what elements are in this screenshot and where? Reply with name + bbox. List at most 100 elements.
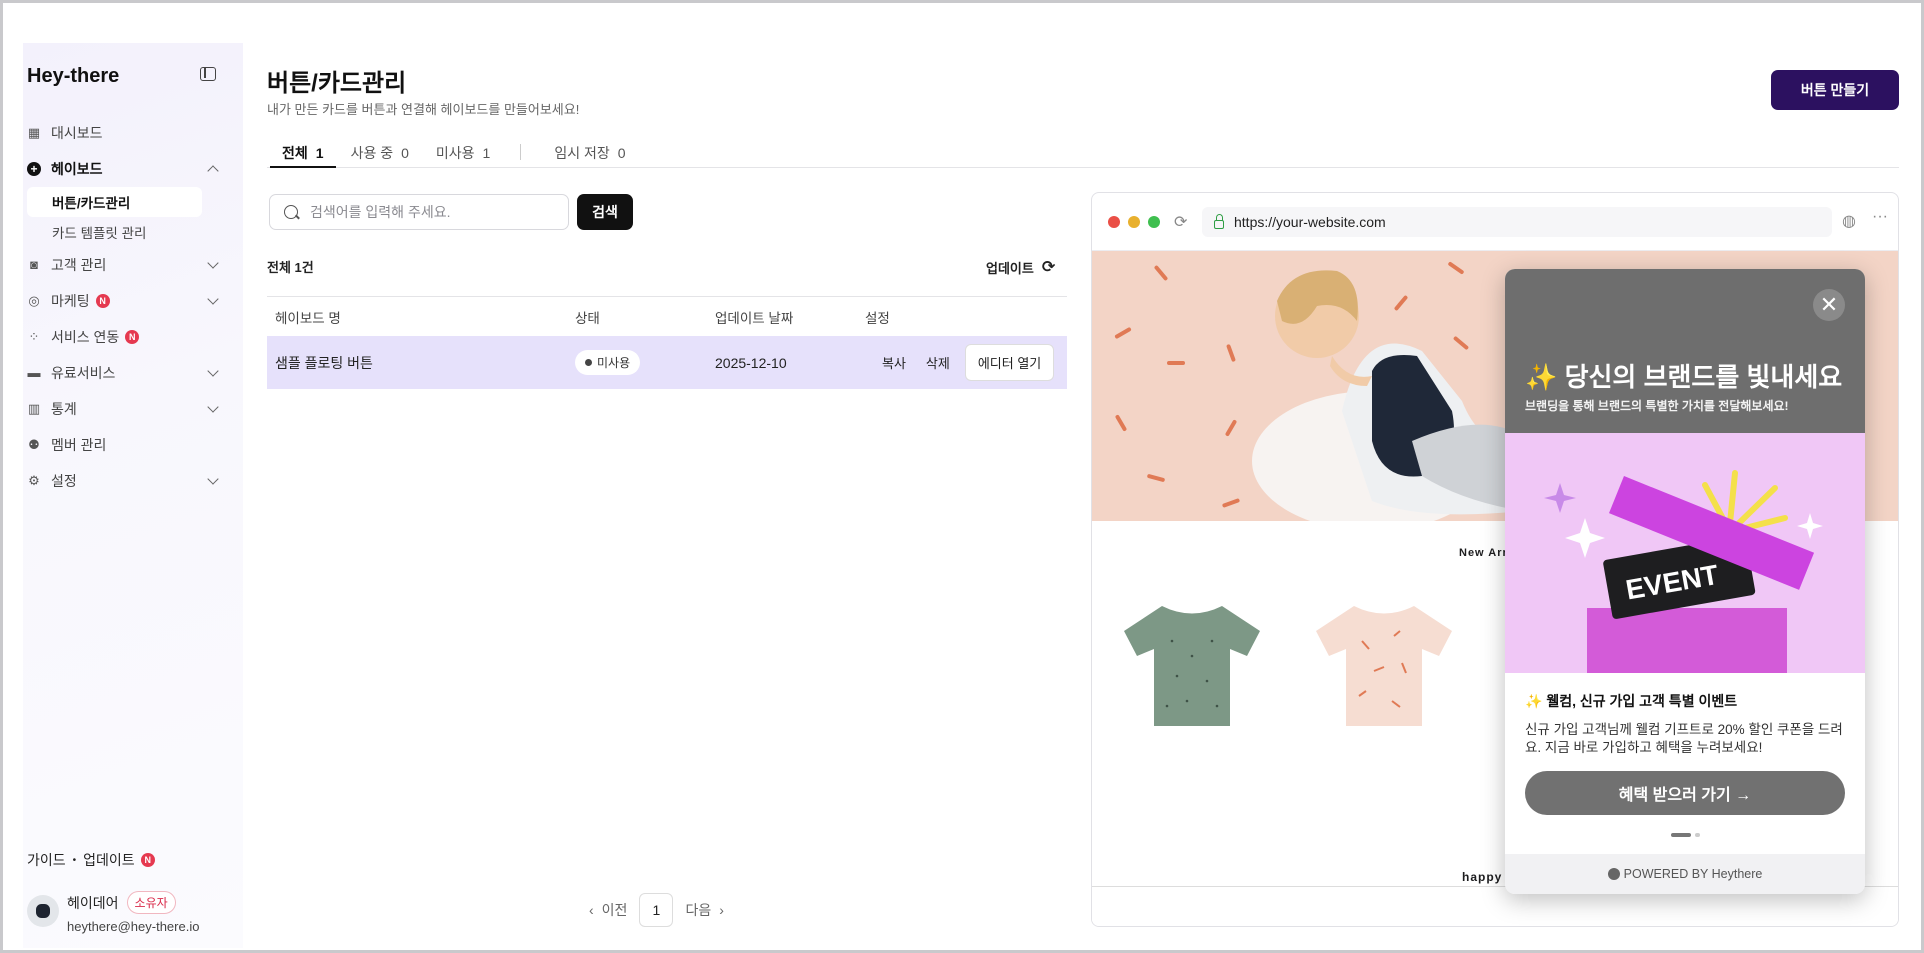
page-number[interactable]: 1	[639, 893, 674, 927]
search-input[interactable]: 검색어를 입력해 주세요.	[310, 202, 450, 222]
status-text: 미사용	[597, 356, 631, 370]
sidebar-subitem-card-template[interactable]: 카드 템플릿 관리	[27, 217, 227, 247]
delete-button[interactable]: 삭제	[921, 353, 965, 372]
next-button[interactable]: 다음	[685, 900, 711, 920]
sidebar-nav: ▦ 대시보드 + 헤이보드 버튼/카드관리 카드 템플릿 관리 ◙ 고객 관리 …	[27, 115, 227, 499]
update-link[interactable]: 업데이트	[83, 850, 135, 870]
confetti-shape	[1114, 326, 1132, 340]
members-icon: ⚉	[28, 437, 40, 452]
tab-drafts[interactable]: 임시 저장 0	[539, 137, 637, 167]
chevron-down-icon	[207, 401, 219, 413]
more-icon[interactable]: ···	[1872, 208, 1888, 226]
sidebar-item-label: 통계	[51, 401, 77, 417]
chevron-down-icon	[207, 365, 219, 377]
tab-count: 0	[617, 145, 626, 161]
plus-circle-icon: +	[27, 162, 41, 176]
minimize-dot-icon	[1128, 215, 1140, 228]
address-bar[interactable]: https://your-website.com	[1202, 207, 1832, 237]
indicator-active	[1670, 833, 1691, 838]
card-icon: ▬	[27, 365, 41, 380]
avatar	[27, 895, 59, 927]
sidebar-item-label: 고객 관리	[51, 257, 107, 273]
search-box[interactable]: 검색어를 입력해 주세요.	[269, 194, 569, 230]
carousel-indicator[interactable]	[1525, 833, 1845, 838]
globe-icon[interactable]: ◍	[1842, 211, 1856, 231]
chevron-up-icon	[207, 165, 219, 177]
pagination: ‹ 이전 1 다음 ›	[589, 893, 724, 927]
tab-count: 1	[482, 145, 491, 161]
confetti-shape	[1114, 414, 1128, 432]
close-icon[interactable]: ✕	[1813, 289, 1845, 321]
new-badge: N	[125, 330, 140, 344]
tab-divider	[520, 144, 522, 160]
sidebar-item-stats[interactable]: ▥ 통계	[27, 391, 227, 427]
tab-label: 사용 중	[350, 145, 394, 161]
close-dot-icon	[1108, 215, 1120, 228]
open-editor-button[interactable]: 에디터 열기	[964, 344, 1055, 381]
url-text: https://your-website.com	[1234, 214, 1386, 230]
sidebar-item-label: 마케팅	[51, 293, 90, 309]
sidebar-item-customers[interactable]: ◙ 고객 관리	[27, 247, 227, 283]
child-photo	[1252, 270, 1522, 521]
shop-footer-text: happy	[1462, 870, 1503, 884]
tab-all[interactable]: 전체 1	[267, 137, 336, 168]
sidebar-item-label: 유료서비스	[51, 365, 116, 381]
sidebar-toggle-icon[interactable]	[200, 67, 216, 81]
sidebar-item-dashboard[interactable]: ▦ 대시보드	[27, 115, 227, 151]
tab-count: 1	[315, 145, 324, 161]
event-popup: ✕ ✨ 당신의 브랜드를 빛내세요 브랜딩을 통해 브랜드의 특별한 가치를 전…	[1505, 269, 1865, 894]
table-row[interactable]: 샘플 플로팅 버튼 미사용 2025-12-10 복사 삭제 에디터 열기	[267, 336, 1067, 389]
row-name: 샘플 플로팅 버튼	[275, 354, 373, 371]
copy-button[interactable]: 복사	[867, 353, 921, 372]
apps-icon: ⁘	[28, 329, 40, 344]
popup-body-text: 신규 가입 고객님께 웰컴 기프트로 20% 할인 쿠폰을 드려요. 지금 바로…	[1525, 722, 1843, 756]
chevron-left-icon[interactable]: ‹	[589, 902, 594, 918]
sidebar-item-marketing[interactable]: ◎ 마케팅 N	[27, 283, 227, 319]
column-header: 상태	[575, 310, 600, 326]
guide-link[interactable]: 가이드	[27, 850, 66, 870]
sidebar-item-settings[interactable]: ⚙ 설정	[27, 463, 227, 499]
confetti-shape	[1167, 361, 1185, 365]
sidebar-subitem-button-card[interactable]: 버튼/카드관리	[27, 187, 202, 217]
green-tshirt-image	[1124, 606, 1260, 726]
chevron-down-icon	[207, 473, 219, 485]
tab-in-use[interactable]: 사용 중 0	[336, 137, 421, 167]
refresh-button[interactable]: 업데이트 ⟳	[986, 257, 1055, 277]
row-date: 2025-12-10	[715, 354, 787, 371]
create-button[interactable]: 버튼 만들기	[1771, 70, 1899, 110]
app-window: Hey-there ▦ 대시보드 + 헤이보드 버튼/카드관리 카드 템플릿 관…	[0, 0, 1924, 953]
sidebar-item-label: 대시보드	[51, 125, 103, 141]
search-button[interactable]: 검색	[577, 194, 633, 230]
user-profile[interactable]: 헤이데어 소유자 heythere@hey-there.io	[27, 891, 199, 934]
refresh-icon: ⟳	[1041, 259, 1056, 276]
table-header: 헤이보드 명 상태 업데이트 날짜 설정	[267, 296, 1067, 336]
popup-body-title: ✨ 웰컴, 신규 가입 고객 특별 이벤트	[1525, 693, 1738, 709]
gift-box-illustration: EVENT	[1544, 470, 1823, 673]
shop-heading: New Arr	[1459, 547, 1508, 559]
confetti-shape	[1146, 473, 1166, 483]
search-icon	[284, 205, 298, 219]
sidebar-item-label: 헤이보드	[51, 161, 103, 177]
page-title: 버튼/카드관리	[267, 70, 407, 97]
tab-label: 전체	[282, 145, 308, 161]
cta-button[interactable]: 혜택 받으러 가기 →	[1525, 771, 1845, 816]
powered-text: POWERED BY Heythere	[1623, 867, 1763, 881]
sidebar-item-paid-services[interactable]: ▬ 유료서비스	[27, 355, 227, 391]
chevron-down-icon	[207, 293, 219, 305]
preview-browser: ⟳ https://your-website.com ◍ ··· New Arr…	[1091, 192, 1899, 927]
sidebar-item-heyboard[interactable]: + 헤이보드	[27, 151, 227, 187]
tab-label: 미사용	[435, 145, 475, 161]
sidebar-item-integrations[interactable]: ⁘ 서비스 연동 N	[27, 319, 227, 355]
reload-icon[interactable]: ⟳	[1174, 212, 1187, 232]
confetti-shape	[1153, 264, 1169, 282]
indicator-dot	[1694, 833, 1700, 838]
event-gift-image: EVENT	[1505, 433, 1865, 673]
dashboard-icon: ▦	[27, 125, 41, 140]
sidebar-item-label: 설정	[51, 473, 77, 489]
lock-icon	[1214, 213, 1224, 229]
sidebar-item-members[interactable]: ⚉ 멤버 관리	[27, 427, 227, 463]
prev-button[interactable]: 이전	[602, 900, 628, 920]
chevron-right-icon[interactable]: ›	[719, 902, 724, 918]
tab-unused[interactable]: 미사용 1	[421, 137, 502, 167]
total-count: 전체 1건	[267, 260, 314, 275]
